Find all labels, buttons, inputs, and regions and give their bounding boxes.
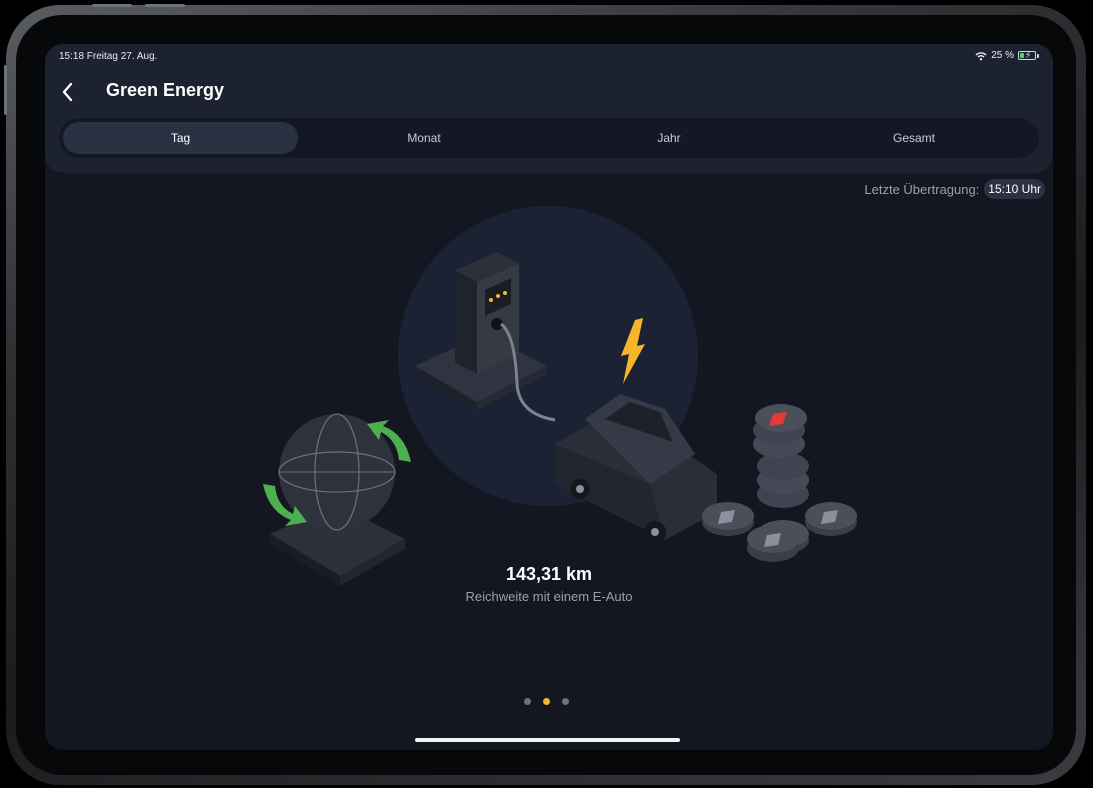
page-title: Green Energy	[106, 80, 225, 100]
status-indicators: 25 % ⚡	[975, 50, 1039, 61]
range-caption: Reichweite mit einem E-Auto	[465, 589, 633, 604]
app-header: 15:18 Freitag 27. Aug. 25 % ⚡ Green Ener…	[45, 44, 1053, 173]
volume-down-button	[145, 4, 185, 7]
page-dot[interactable]	[524, 698, 531, 705]
battery-percent: 25 %	[991, 50, 1014, 61]
globe-icon	[263, 413, 411, 586]
tab-tag[interactable]: Tag	[63, 122, 298, 154]
app-screen: 15:18 Freitag 27. Aug. 25 % ⚡ Green Ener…	[45, 44, 1053, 750]
tab-gesamt[interactable]: Gesamt	[794, 122, 1034, 154]
tab-jahr[interactable]: Jahr	[549, 122, 789, 154]
wifi-icon	[975, 51, 987, 60]
charging-bolt-icon: ⚡	[1025, 50, 1032, 60]
battery-tip	[1037, 53, 1039, 58]
battery-fill	[1020, 53, 1024, 58]
page-dot[interactable]	[543, 698, 550, 705]
tab-monat[interactable]: Monat	[304, 122, 544, 154]
back-chevron-icon	[62, 82, 73, 102]
range-value: 143,31 km	[505, 564, 593, 584]
green-energy-illustration	[263, 206, 857, 586]
status-time-date: 15:18 Freitag 27. Aug.	[59, 51, 158, 62]
battery-icon: ⚡	[1018, 50, 1036, 60]
volume-up-button	[92, 4, 132, 7]
period-segmented-control: Tag Monat Jahr Gesamt	[59, 118, 1039, 158]
home-indicator[interactable]	[415, 738, 680, 742]
power-button	[4, 65, 7, 115]
page-dot[interactable]	[562, 698, 569, 705]
coin-stack-icon	[702, 404, 857, 562]
page-indicator[interactable]	[524, 698, 574, 708]
back-button[interactable]	[57, 80, 81, 104]
